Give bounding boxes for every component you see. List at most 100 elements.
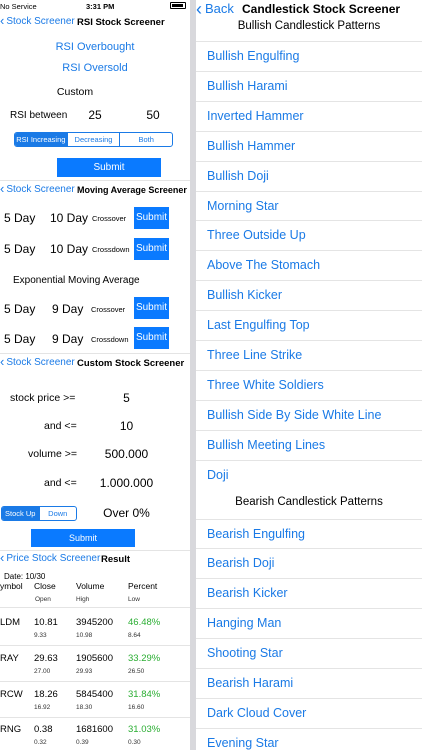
candle-title: Candlestick Stock Screener [242,2,401,16]
list-item[interactable]: Bullish Kicker [196,280,422,310]
list-item[interactable]: Inverted Hammer [196,101,422,131]
cell-volume: 3945200 [76,617,113,628]
pattern-label: Bullish Meeting Lines [207,438,326,452]
col-volume: Volume [76,581,105,591]
list-item[interactable]: Bullish Harami [196,71,422,101]
price-max-input[interactable]: 10 [84,419,169,433]
custom-submit-button[interactable]: Submit [31,529,135,547]
back-label: Back [205,1,234,16]
ma-crossdown-submit[interactable]: Submit [134,238,169,260]
col-high: High [76,596,90,603]
segment-decreasing[interactable]: Decreasing [66,133,120,146]
left-panel: No Service 3:31 PM ‹ Stock Screener RSI S… [0,0,190,750]
custom-back-button[interactable]: ‹ Stock Screener [0,355,75,368]
divider [0,645,190,646]
list-item[interactable]: Above The Stomach [196,250,422,280]
segment-rsi-increasing[interactable]: RSI Increasing [15,133,67,146]
rsi-low-input[interactable]: 25 [70,108,120,122]
cell-volume: 1681600 [76,724,113,735]
rsi-oversold-link[interactable]: RSI Oversold [0,62,190,74]
list-item[interactable]: Bullish Hammer [196,131,422,161]
ma-back-button[interactable]: ‹ Stock Screener [0,182,75,195]
chevron-left-icon: ‹ [0,13,5,28]
volume-max-label: and <= [44,477,77,489]
pattern-label: Bullish Doji [207,169,269,183]
back-label: Stock Screener [6,16,75,27]
list-item[interactable]: Bullish Engulfing [196,41,422,71]
volume-min-label: volume >= [28,448,78,460]
list-item[interactable]: Last Engulfing Top [196,310,422,340]
percent-input[interactable]: Over 0% [84,506,169,520]
ma-long-period[interactable]: 10 Day [50,211,88,225]
list-item[interactable]: Morning Star [196,191,422,221]
list-item[interactable]: Evening Star [196,728,422,750]
cell-open: 9.33 [34,632,47,639]
candle-back-button[interactable]: ‹ Back [196,0,234,18]
cell-symbol: RCW [0,689,23,700]
cell-symbol: LDM [0,617,21,628]
list-item[interactable]: Three White Soldiers [196,370,422,400]
list-item[interactable]: Bullish Side By Side White Line [196,400,422,430]
pattern-label: Dark Cloud Cover [207,706,307,720]
cell-percent: 46.48% [128,617,161,628]
list-item[interactable]: Bearish Doji [196,548,422,578]
price-min-input[interactable]: 5 [84,391,169,405]
list-item[interactable]: Bullish Meeting Lines [196,430,422,460]
list-item[interactable]: Three Line Strike [196,340,422,370]
segment-both[interactable]: Both [119,133,172,146]
divider [0,717,190,718]
list-item[interactable]: Bearish Kicker [196,578,422,608]
segment-stock-up[interactable]: Stock Up [2,507,39,520]
ma-long-period[interactable]: 10 Day [50,242,88,256]
chevron-left-icon: ‹ [0,550,5,565]
rsi-back-button[interactable]: ‹ Stock Screener [0,13,75,28]
back-label: Stock Screener [6,357,75,368]
cell-high: 18.30 [76,704,93,711]
cell-open: 0.32 [34,739,47,746]
custom-title: Custom Stock Screener [77,358,185,369]
list-item[interactable]: Shooting Star [196,638,422,668]
divider [0,607,190,608]
cell-low: 0.30 [128,739,141,746]
list-item[interactable]: Dark Cloud Cover [196,698,422,728]
battery-icon [170,2,186,9]
ema-short-period[interactable]: 5 Day [4,332,35,346]
price-min-label: stock price >= [10,392,76,404]
list-item[interactable]: Bearish Engulfing [196,519,422,549]
volume-max-input[interactable]: 1.000.000 [84,476,169,490]
rsi-submit-button[interactable]: Submit [57,158,161,177]
ema-long-period[interactable]: 9 Day [52,332,83,346]
ma-short-period[interactable]: 5 Day [4,242,35,256]
list-item[interactable]: Bullish Doji [196,161,422,191]
result-navbar: ‹ Price Stock Screener Result [0,550,190,570]
pattern-label: Bullish Side By Side White Line [207,408,382,422]
pattern-label: Doji [207,468,229,482]
ema-crossdown-submit[interactable]: Submit [134,327,169,349]
ma-crossover-submit[interactable]: Submit [134,207,169,229]
list-item[interactable]: Three Outside Up [196,220,422,250]
ema-crossover-submit[interactable]: Submit [134,297,169,319]
cell-low: 8.64 [128,632,141,639]
result-title: Result [101,554,131,565]
segment-down[interactable]: Down [38,507,77,520]
result-back-button[interactable]: ‹ Price Stock Screener [0,550,100,565]
bearish-section-header: Bearish Candlestick Patterns [235,496,383,508]
volume-min-input[interactable]: 500.000 [84,447,169,461]
rsi-high-input[interactable]: 50 [128,108,178,122]
ma-short-period[interactable]: 5 Day [4,211,35,225]
cell-volume: 1905600 [76,653,113,664]
ema-short-period[interactable]: 5 Day [4,302,35,316]
back-label: Stock Screener [6,184,75,195]
ema-long-period[interactable]: 9 Day [52,302,83,316]
list-item[interactable]: Hanging Man [196,608,422,638]
rsi-overbought-link[interactable]: RSI Overbought [0,41,190,53]
pattern-label: Shooting Star [207,646,283,660]
bullish-section-header: Bullish Candlestick Patterns [237,20,381,32]
ma-title: Moving Average Screener [77,185,187,195]
cell-close: 29.63 [34,653,58,664]
list-item[interactable]: Bearish Harami [196,668,422,698]
rsi-title: RSI Stock Screener [77,17,165,28]
list-item[interactable]: Doji [196,460,422,490]
cell-low: 16.60 [128,704,145,711]
ma-navbar: ‹ Stock Screener Moving Average Screener [0,181,190,201]
